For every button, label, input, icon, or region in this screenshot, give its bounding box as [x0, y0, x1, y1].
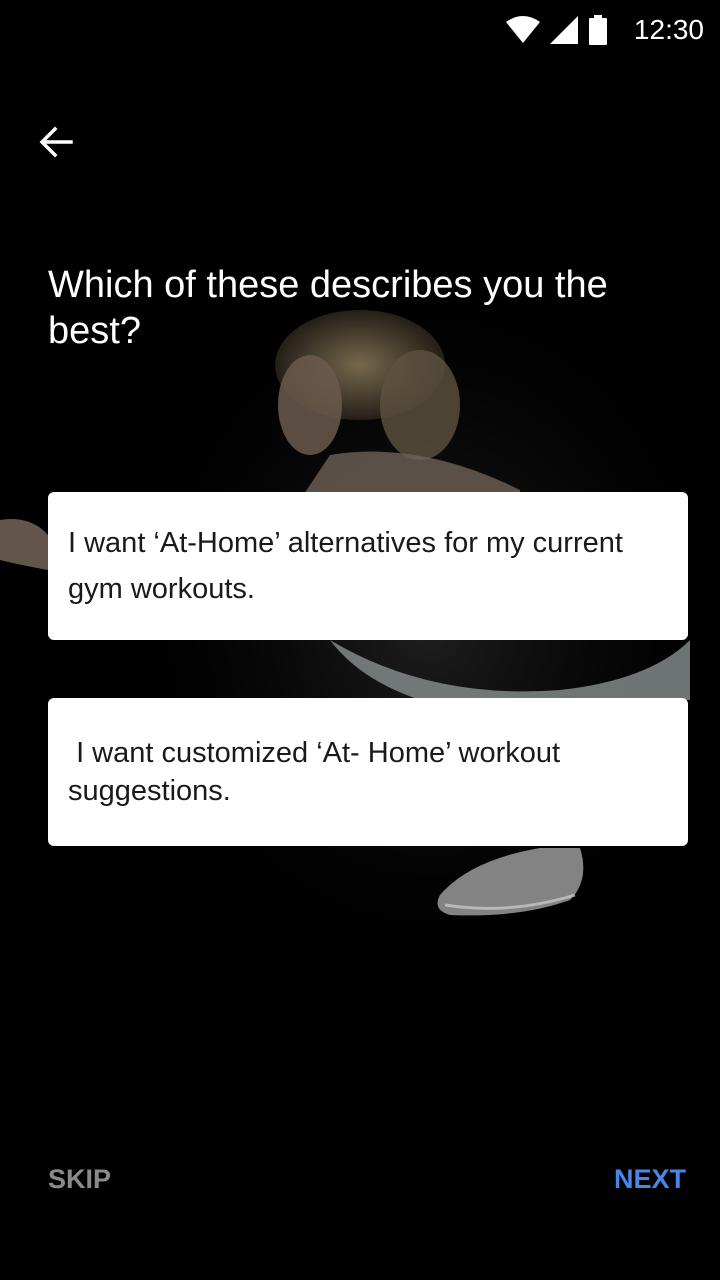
- next-button[interactable]: NEXT: [614, 1164, 686, 1195]
- back-button[interactable]: [30, 116, 82, 168]
- wifi-icon: [506, 15, 540, 49]
- status-bar: 12:30: [0, 0, 720, 64]
- option-label: I want customized ‘At- Home’ workout sug…: [68, 737, 569, 807]
- onboarding-screen: 12:30 Which of these describes you the b…: [0, 0, 720, 1280]
- battery-icon: [588, 14, 608, 50]
- skip-button[interactable]: SKIP: [48, 1164, 111, 1195]
- status-icons: [506, 14, 608, 50]
- option-card-customized-suggestions[interactable]: I want customized ‘At- Home’ workout sug…: [48, 698, 688, 846]
- status-time: 12:30: [633, 14, 704, 45]
- option-label: I want ‘At-Home’ alternatives for my cur…: [68, 527, 631, 605]
- background-photo: [0, 240, 720, 1000]
- arrow-left-icon: [39, 126, 73, 158]
- option-card-gym-alternatives[interactable]: I want ‘At-Home’ alternatives for my cur…: [48, 492, 688, 640]
- question-title: Which of these describes you the best?: [48, 264, 608, 352]
- cellular-signal-icon: [550, 15, 578, 49]
